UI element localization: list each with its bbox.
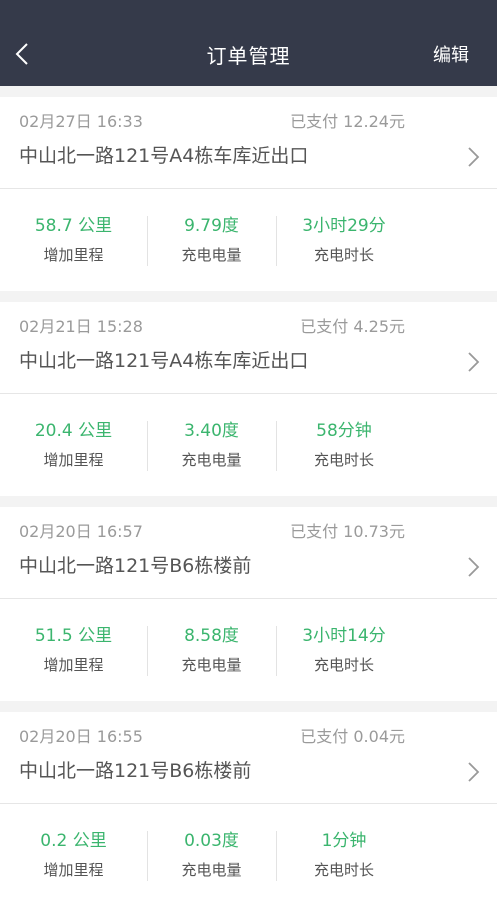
order-location: 中山北一路121号A4栋车库近出口 <box>19 350 309 372</box>
stat-value: 0.03度 <box>184 831 239 851</box>
stat-duration: 3小时14分 充电时长 <box>276 624 412 676</box>
chevron-right-icon <box>468 557 480 577</box>
stat-energy: 8.58度 充电电量 <box>147 624 276 676</box>
payment-status: 已支付 4.25元 <box>300 317 405 336</box>
chevron-right-icon <box>468 147 480 167</box>
stat-mileage: 20.4 公里 增加里程 <box>0 419 147 471</box>
stat-energy: 3.40度 充电电量 <box>147 419 276 471</box>
order-location: 中山北一路121号A4栋车库近出口 <box>19 145 309 167</box>
stat-duration: 58分钟 充电时长 <box>276 419 412 471</box>
order-location: 中山北一路121号B6栋楼前 <box>19 555 252 577</box>
order-header[interactable]: 02月20日 16:55 已支付 0.04元 中山北一路121号B6栋楼前 <box>0 712 497 804</box>
stat-value: 58.7 公里 <box>34 216 113 236</box>
stat-label: 充电时长 <box>313 451 374 469</box>
order-card: 02月27日 16:33 已支付 12.24元 中山北一路121号A4栋车库近出… <box>0 97 497 291</box>
stat-duration: 1分钟 充电时长 <box>276 829 412 881</box>
payment-status: 已支付 0.04元 <box>300 727 405 746</box>
stat-label: 充电电量 <box>181 861 242 879</box>
order-time: 02月20日 16:55 <box>19 727 143 746</box>
stat-value: 3小时29分 <box>302 216 386 236</box>
order-header[interactable]: 02月21日 15:28 已支付 4.25元 中山北一路121号A4栋车库近出口 <box>0 302 497 394</box>
payment-status: 已支付 10.73元 <box>290 522 405 541</box>
edit-button[interactable]: 编辑 <box>433 43 469 69</box>
stat-duration: 3小时29分 充电时长 <box>276 214 412 266</box>
page-title: 订单管理 <box>206 44 291 68</box>
order-card: 02月20日 16:57 已支付 10.73元 中山北一路121号B6栋楼前 5… <box>0 507 497 701</box>
stat-value: 51.5 公里 <box>34 626 113 646</box>
stat-value: 58分钟 <box>316 421 372 441</box>
order-stats: 20.4 公里 增加里程 3.40度 充电电量 58分钟 充电时长 <box>0 394 497 496</box>
stat-label: 增加里程 <box>43 246 104 264</box>
stat-label: 充电时长 <box>313 246 374 264</box>
order-location: 中山北一路121号B6栋楼前 <box>19 760 252 782</box>
order-list: 02月27日 16:33 已支付 12.24元 中山北一路121号A4栋车库近出… <box>0 86 497 906</box>
stat-value: 9.79度 <box>184 216 239 236</box>
stat-label: 充电电量 <box>181 451 242 469</box>
order-time: 02月21日 15:28 <box>19 317 143 336</box>
order-time: 02月20日 16:57 <box>19 522 143 541</box>
stat-label: 充电时长 <box>313 861 374 879</box>
order-header[interactable]: 02月20日 16:57 已支付 10.73元 中山北一路121号B6栋楼前 <box>0 507 497 599</box>
order-time: 02月27日 16:33 <box>19 112 143 131</box>
stat-label: 增加里程 <box>43 656 104 674</box>
order-stats: 0.2 公里 增加里程 0.03度 充电电量 1分钟 充电时长 <box>0 804 497 906</box>
stat-mileage: 0.2 公里 增加里程 <box>0 829 147 881</box>
stat-label: 充电电量 <box>181 246 242 264</box>
stat-mileage: 58.7 公里 增加里程 <box>0 214 147 266</box>
stat-value: 3小时14分 <box>302 626 386 646</box>
stat-energy: 9.79度 充电电量 <box>147 214 276 266</box>
chevron-right-icon <box>468 352 480 372</box>
stat-label: 增加里程 <box>43 861 104 879</box>
stat-value: 3.40度 <box>184 421 239 441</box>
stat-label: 充电时长 <box>313 656 374 674</box>
chevron-right-icon <box>468 762 480 782</box>
order-card: 02月20日 16:55 已支付 0.04元 中山北一路121号B6栋楼前 0.… <box>0 712 497 906</box>
stat-mileage: 51.5 公里 增加里程 <box>0 624 147 676</box>
payment-status: 已支付 12.24元 <box>290 112 405 131</box>
order-stats: 51.5 公里 增加里程 8.58度 充电电量 3小时14分 充电时长 <box>0 599 497 701</box>
order-stats: 58.7 公里 增加里程 9.79度 充电电量 3小时29分 充电时长 <box>0 189 497 291</box>
stat-value: 20.4 公里 <box>34 421 113 441</box>
navbar: 订单管理 编辑 <box>0 0 497 86</box>
stat-label: 充电电量 <box>181 656 242 674</box>
stat-label: 增加里程 <box>43 451 104 469</box>
stat-value: 0.2 公里 <box>40 831 107 851</box>
stat-energy: 0.03度 充电电量 <box>147 829 276 881</box>
order-header[interactable]: 02月27日 16:33 已支付 12.24元 中山北一路121号A4栋车库近出… <box>0 97 497 189</box>
order-card: 02月21日 15:28 已支付 4.25元 中山北一路121号A4栋车库近出口… <box>0 302 497 496</box>
stat-value: 8.58度 <box>184 626 239 646</box>
stat-value: 1分钟 <box>321 831 367 851</box>
